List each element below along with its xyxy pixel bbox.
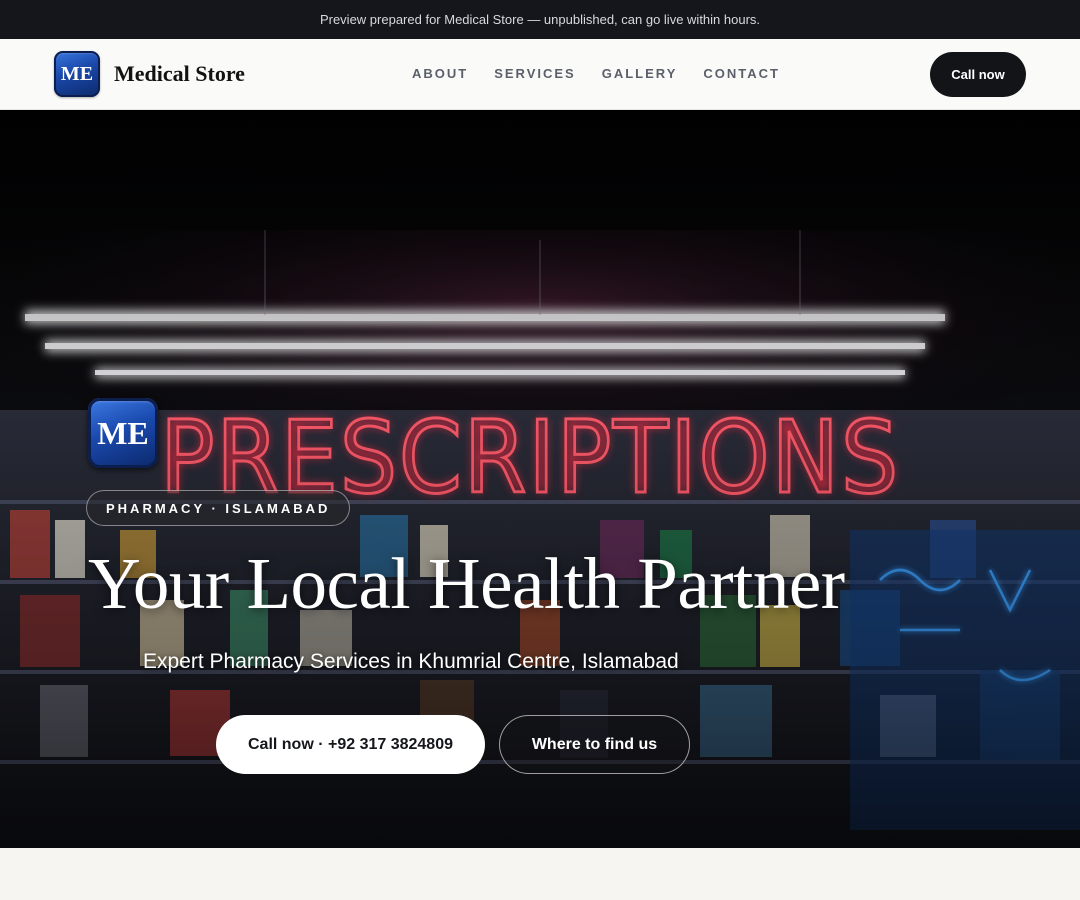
brand-name[interactable]: Medical Store (114, 61, 245, 87)
hero-section: PRESCRIPTIONS PRESCRIPTIONS ME PHARMACY … (0, 110, 1080, 848)
hero-tag: PHARMACY · ISLAMABAD (86, 490, 351, 526)
where-to-find-us-button[interactable]: Where to find us (499, 715, 690, 774)
preview-banner: Preview prepared for Medical Store — unp… (0, 0, 1080, 39)
hero-subtitle: Expert Pharmacy Services in Khumrial Cen… (143, 650, 679, 673)
hero-logo: ME (88, 398, 158, 468)
main-nav: ABOUT SERVICES GALLERY CONTACT (412, 66, 806, 81)
brand-logo[interactable]: ME (54, 51, 100, 97)
call-now-button[interactable]: Call now · +92 317 3824809 (216, 715, 485, 774)
nav-link-contact[interactable]: CONTACT (703, 66, 780, 81)
site-header: ME Medical Store ABOUT SERVICES GALLERY … (0, 39, 1080, 110)
nav-link-services[interactable]: SERVICES (494, 66, 576, 81)
nav-link-about[interactable]: ABOUT (412, 66, 468, 81)
hero-title: Your Local Health Partner (88, 543, 845, 624)
header-call-button[interactable]: Call now (930, 52, 1026, 97)
preview-banner-text: Preview prepared for Medical Store — unp… (319, 12, 761, 27)
nav-link-gallery[interactable]: GALLERY (602, 66, 678, 81)
